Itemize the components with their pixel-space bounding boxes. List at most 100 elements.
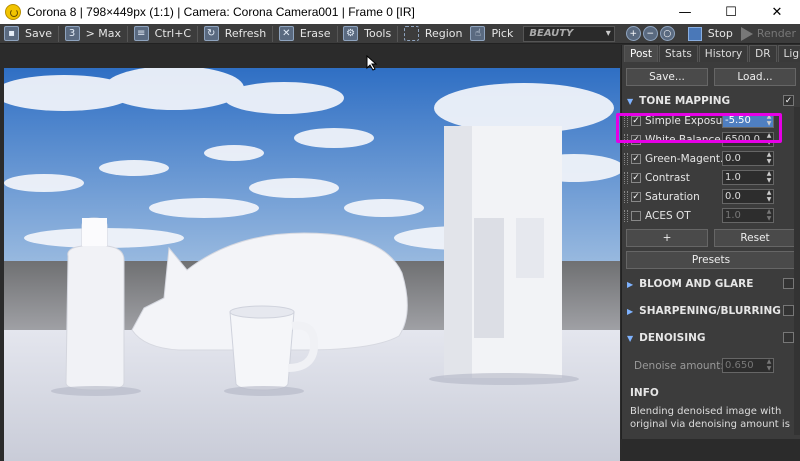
spinner-arrows-icon[interactable]: ▲ ▼ bbox=[765, 208, 773, 223]
add-operator-button[interactable]: + bbox=[626, 229, 708, 247]
tone-mapping-title: TONE MAPPING bbox=[639, 95, 731, 107]
row-green-magenta: ✓ Green-Magent... 0.0 ▲ ▼ bbox=[622, 149, 800, 168]
render-play-icon bbox=[740, 26, 753, 41]
green-magenta-checkbox[interactable]: ✓ bbox=[631, 153, 641, 164]
tab-history[interactable]: History bbox=[698, 45, 749, 62]
post-panel: Post Stats History DR LightMix Save... L… bbox=[621, 45, 800, 439]
toolbar-separator bbox=[272, 25, 273, 42]
panel-scrollbar[interactable] bbox=[794, 107, 800, 435]
collapsed-triangle-icon: ▶ bbox=[627, 306, 634, 316]
pick-button[interactable]: ☝ Pick bbox=[466, 24, 517, 44]
tab-stats[interactable]: Stats bbox=[658, 45, 698, 62]
region-button[interactable]: Region bbox=[400, 24, 467, 44]
bloom-glare-checkbox[interactable] bbox=[783, 278, 794, 289]
toolbar-separator bbox=[58, 25, 59, 42]
maximize-button[interactable]: ☐ bbox=[708, 0, 754, 24]
drag-handle-icon[interactable] bbox=[624, 209, 628, 222]
row-saturation: ✓ Saturation 0.0 ▲ ▼ bbox=[622, 187, 800, 206]
corona-logo-icon bbox=[5, 4, 21, 20]
tab-post[interactable]: Post bbox=[624, 45, 658, 62]
window-title: Corona 8 | 798×449px (1:1) | Camera: Cor… bbox=[27, 5, 415, 19]
drag-handle-icon[interactable] bbox=[624, 152, 628, 165]
save-preset-button[interactable]: Save... bbox=[626, 68, 708, 86]
expanded-triangle-icon: ▼ bbox=[627, 333, 634, 343]
sharpening-title: SHARPENING/BLURRING bbox=[639, 305, 781, 317]
zoom-out-icon[interactable]: − bbox=[642, 26, 658, 41]
denoising-header[interactable]: ▼ DENOISING bbox=[622, 328, 800, 348]
refresh-label: Refresh bbox=[224, 27, 267, 40]
chevron-down-icon: ▾ bbox=[605, 28, 611, 39]
save-label: Save bbox=[25, 27, 53, 40]
zoom-in-icon[interactable]: + bbox=[625, 26, 641, 41]
aces-ot-checkbox[interactable] bbox=[631, 210, 641, 221]
contrast-label: Contrast bbox=[645, 171, 690, 184]
sharpening-checkbox[interactable] bbox=[783, 305, 794, 316]
bloom-glare-header[interactable]: ▶ BLOOM AND GLARE bbox=[622, 274, 800, 294]
zoom-fit-icon[interactable]: ○ bbox=[659, 26, 675, 41]
pick-hand-icon: ☝ bbox=[470, 26, 486, 41]
load-preset-button[interactable]: Load... bbox=[714, 68, 796, 86]
toolbar-separator bbox=[127, 25, 128, 42]
render-viewport[interactable] bbox=[0, 45, 621, 461]
tools-label: Tools bbox=[364, 27, 392, 40]
close-button[interactable]: ✕ bbox=[754, 0, 800, 24]
denoising-title: DENOISING bbox=[639, 332, 706, 344]
tab-dr[interactable]: DR bbox=[749, 45, 777, 62]
tone-mapping-header[interactable]: ▼ TONE MAPPING ✓ bbox=[622, 91, 800, 111]
exposure-highlight-box bbox=[616, 113, 782, 143]
channel-dropdown[interactable]: BEAUTY ▾ bbox=[523, 25, 615, 42]
contrast-checkbox[interactable]: ✓ bbox=[631, 172, 641, 183]
render-label: Render bbox=[756, 27, 796, 40]
render-button[interactable]: Render bbox=[737, 24, 800, 44]
spinner-arrows-icon[interactable]: ▲ ▼ bbox=[765, 189, 773, 204]
erase-label: Erase bbox=[299, 27, 331, 40]
sharpening-header[interactable]: ▶ SHARPENING/BLURRING bbox=[622, 301, 800, 321]
refresh-icon: ↻ bbox=[203, 26, 219, 41]
max-label: > Max bbox=[85, 27, 122, 40]
clipboard-icon: ≡ bbox=[133, 26, 149, 41]
collapsed-triangle-icon: ▶ bbox=[627, 279, 634, 289]
info-header: INFO bbox=[622, 383, 800, 403]
row-aces-ot: ACES OT 1.0 ▲ ▼ bbox=[622, 206, 800, 225]
stop-icon bbox=[687, 26, 702, 41]
denoising-checkbox[interactable] bbox=[783, 332, 794, 343]
mouse-cursor-icon bbox=[366, 55, 378, 71]
info-text: Blending denoised image with original vi… bbox=[630, 406, 790, 430]
stop-label: Stop bbox=[707, 27, 733, 40]
floppy-icon: ▪ bbox=[4, 26, 19, 41]
region-label: Region bbox=[424, 27, 463, 40]
save-to-max-button[interactable]: 3 > Max bbox=[61, 24, 125, 44]
copy-label: Ctrl+C bbox=[154, 27, 192, 40]
stop-button[interactable]: Stop bbox=[680, 24, 737, 44]
zoom-controls: + − ○ bbox=[615, 24, 680, 44]
expanded-triangle-icon: ▼ bbox=[627, 96, 634, 106]
spinner-arrows-icon[interactable]: ▲ ▼ bbox=[765, 170, 773, 185]
erase-button[interactable]: ✕ Erase bbox=[275, 24, 335, 44]
toolbar-separator bbox=[397, 25, 398, 42]
title-bar: Corona 8 | 798×449px (1:1) | Camera: Cor… bbox=[0, 0, 800, 24]
tab-lightmix[interactable]: LightMix bbox=[777, 45, 800, 62]
drag-handle-icon[interactable] bbox=[624, 190, 628, 203]
spinner-arrows-icon[interactable]: ▲ ▼ bbox=[765, 358, 773, 373]
tone-mapping-checkbox[interactable]: ✓ bbox=[783, 95, 794, 106]
toolbar-separator bbox=[197, 25, 198, 42]
row-denoise-amount: Denoise amount: 0.650 ▲ ▼ bbox=[622, 356, 800, 375]
erase-icon: ✕ bbox=[278, 26, 294, 41]
minimize-button[interactable]: — bbox=[662, 0, 708, 24]
save-button[interactable]: ▪ Save bbox=[0, 24, 56, 44]
spinner-arrows-icon[interactable]: ▲ ▼ bbox=[765, 151, 773, 166]
panel-tabs: Post Stats History DR LightMix bbox=[622, 45, 800, 62]
bloom-glare-title: BLOOM AND GLARE bbox=[639, 278, 754, 290]
green-magenta-label: Green-Magent... bbox=[645, 152, 725, 165]
copy-button[interactable]: ≡ Ctrl+C bbox=[130, 24, 195, 44]
vfb-toolbar: ▪ Save 3 > Max ≡ Ctrl+C ↻ Refresh ✕ Erase ⚙ To… bbox=[0, 24, 800, 44]
presets-button[interactable]: Presets bbox=[626, 251, 796, 269]
saturation-checkbox[interactable]: ✓ bbox=[631, 191, 641, 202]
reset-button[interactable]: Reset bbox=[714, 229, 796, 247]
region-icon bbox=[403, 26, 419, 41]
refresh-button[interactable]: ↻ Refresh bbox=[200, 24, 271, 44]
aces-ot-label: ACES OT bbox=[645, 209, 691, 222]
tools-button[interactable]: ⚙ Tools bbox=[339, 24, 395, 44]
denoise-amount-label: Denoise amount: bbox=[634, 359, 724, 372]
drag-handle-icon[interactable] bbox=[624, 171, 628, 184]
